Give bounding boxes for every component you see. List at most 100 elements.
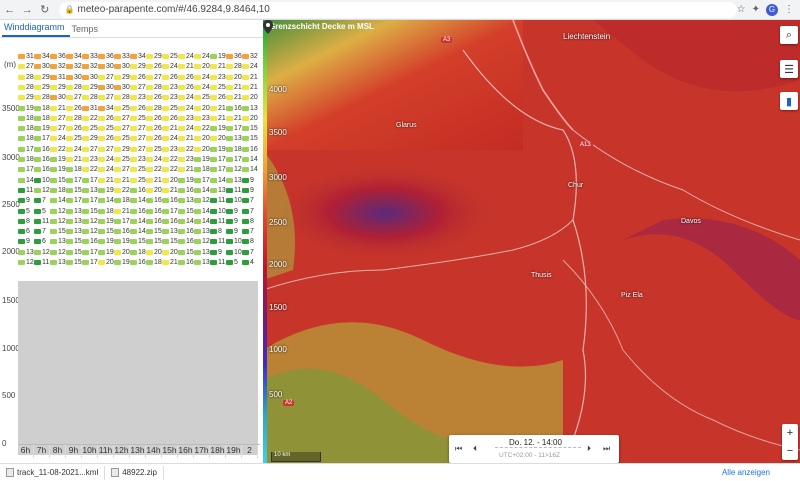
wind-cell: 17: [194, 176, 210, 185]
step-forward-icon[interactable]: ⏵: [587, 444, 591, 454]
altitude-label: 3000: [269, 173, 287, 182]
wind-cell: 18: [18, 134, 34, 143]
wind-arrow-icon: [242, 157, 249, 162]
wind-arrow-icon: [130, 198, 137, 204]
wind-cell: 13: [66, 227, 82, 236]
wind-speed: 21: [218, 104, 226, 112]
avatar[interactable]: G: [766, 3, 779, 16]
wind-arrow-icon: [98, 84, 105, 90]
wind-arrow-icon: [34, 177, 41, 183]
forward-icon[interactable]: →: [20, 2, 36, 18]
color-scale: [263, 20, 267, 463]
wind-arrow-icon: [162, 74, 169, 80]
wind-cell: 16: [162, 217, 178, 226]
wind-speed: 17: [122, 217, 130, 225]
wind-cell: 28: [18, 73, 34, 82]
road-badge: A3: [441, 37, 453, 43]
reload-icon[interactable]: ↻: [37, 2, 53, 18]
show-all-downloads-link[interactable]: Alle anzeigen: [722, 468, 770, 477]
wind-speed: 24: [202, 53, 210, 60]
wind-speed: 5: [42, 207, 46, 215]
star-icon[interactable]: ☆: [737, 4, 746, 15]
wind-cell: 7: [242, 227, 258, 236]
address-bar[interactable]: 🔒 meteo-parapente.com/#/46.9284,9.8464,1…: [58, 1, 737, 18]
wind-arrow-icon: [210, 54, 217, 59]
wind-cell: 21: [162, 258, 178, 267]
wind-cell: 17: [82, 248, 98, 257]
wind-speed: 26: [170, 73, 178, 81]
wind-speed: 20: [122, 248, 130, 256]
wind-cell: 10: [34, 176, 50, 185]
wind-arrow-icon: [18, 177, 25, 183]
wind-speed: 16: [186, 228, 194, 236]
time-slider[interactable]: [495, 447, 581, 450]
wind-arrow-icon: [162, 167, 169, 173]
wind-arrow-icon: [66, 229, 73, 235]
wind-cell: 24: [66, 145, 82, 154]
tab-temps[interactable]: Temps: [70, 24, 104, 37]
wind-cell: 16: [82, 237, 98, 246]
wind-speed: 17: [90, 176, 98, 184]
place-label: Glarus: [396, 122, 417, 129]
wind-arrow-icon: [210, 95, 217, 101]
extensions-icon[interactable]: ✦: [752, 4, 760, 15]
skip-back-icon[interactable]: ⏮: [455, 444, 462, 454]
wind-cell: 27: [130, 134, 146, 143]
wind-arrow-icon: [210, 74, 217, 80]
chart-icon[interactable]: ▮: [780, 92, 798, 110]
wind-cell: 24: [178, 124, 194, 133]
wind-speed: 22: [90, 166, 98, 174]
wind-cell: 19: [98, 186, 114, 195]
zoom-out-button[interactable]: −: [782, 442, 798, 460]
wind-speed: 26: [186, 83, 194, 91]
skip-forward-icon[interactable]: ⏭: [603, 444, 610, 454]
wind-arrow-icon: [34, 136, 41, 142]
location-pin-icon[interactable]: [263, 20, 273, 34]
wind-speed: 27: [58, 125, 66, 133]
wind-speed: 24: [202, 83, 210, 91]
wind-speed: 19: [218, 145, 226, 153]
wind-cell: 29: [34, 73, 50, 82]
wind-arrow-icon: [194, 115, 201, 121]
wind-cell: 30: [98, 62, 114, 71]
wind-speed: 25: [202, 94, 210, 102]
wind-cell: 34: [130, 52, 146, 61]
wind-speed: 12: [90, 217, 98, 225]
wind-arrow-icon: [242, 260, 249, 265]
wind-cell: 24: [162, 62, 178, 71]
wind-arrow-icon: [210, 126, 217, 132]
wind-cell: 13: [194, 258, 210, 267]
search-icon[interactable]: ⌕: [780, 26, 798, 44]
place-label: Piz Ela: [621, 292, 643, 299]
wind-arrow-icon: [66, 198, 73, 204]
wind-cell: 17: [18, 145, 34, 154]
step-back-icon[interactable]: ⏴: [473, 444, 477, 454]
map-view[interactable]: Grenzschicht Decke m MSL 4000 3500 3000 250…: [263, 20, 800, 463]
download-bar: track_11-08-2021...kml 48922.zip Alle an…: [0, 463, 800, 481]
wind-arrow-icon: [194, 54, 201, 59]
download-item[interactable]: 48922.zip: [105, 465, 164, 480]
download-item[interactable]: track_11-08-2021...kml: [0, 465, 106, 480]
wind-arrow-icon: [114, 177, 121, 183]
wind-arrow-icon: [114, 249, 121, 255]
settings-sliders-icon[interactable]: ☰: [780, 60, 798, 78]
wind-speed: 28: [42, 94, 50, 102]
wind-arrow-icon: [98, 218, 105, 224]
wind-speed: 24: [170, 135, 178, 143]
wind-speed: 17: [90, 197, 98, 205]
back-icon[interactable]: ←: [2, 2, 18, 18]
wind-arrow-icon: [130, 54, 137, 59]
wind-cell: 25: [146, 145, 162, 154]
zoom-in-button[interactable]: +: [782, 424, 798, 442]
wind-speed: 20: [202, 145, 210, 153]
tab-winddiagramm[interactable]: Winddiagramm: [2, 22, 70, 37]
wind-speed: 21: [234, 83, 242, 91]
wind-cell: 17: [82, 176, 98, 185]
menu-icon[interactable]: ⋮: [784, 4, 794, 15]
wind-cell: 13: [66, 217, 82, 226]
x-tick-label: 10h: [82, 445, 98, 458]
wind-arrow-icon: [114, 64, 121, 70]
wind-cell: 19: [210, 145, 226, 154]
wind-cell: 22: [162, 165, 178, 174]
wind-arrow-icon: [18, 54, 25, 59]
